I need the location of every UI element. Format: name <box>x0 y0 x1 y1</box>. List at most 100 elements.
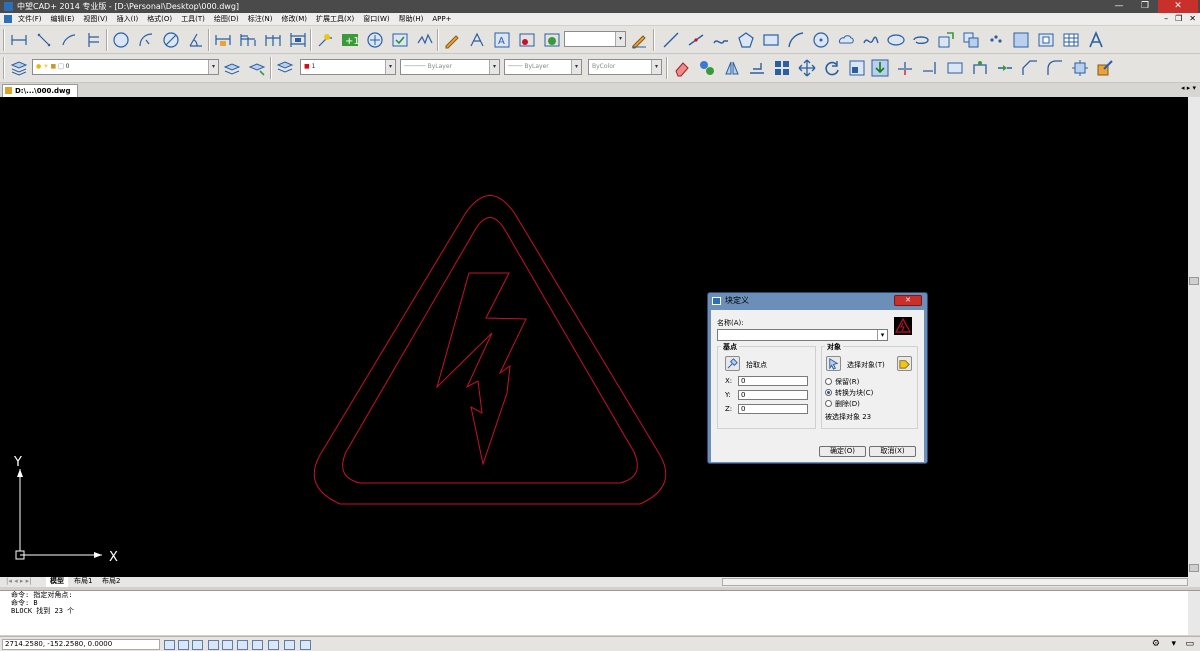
chevron-down-icon[interactable]: ▾ <box>615 32 625 46</box>
chevron-down-icon[interactable]: ▾ <box>571 60 581 74</box>
horizontal-scrollbar[interactable] <box>722 578 1188 586</box>
base-z-input[interactable]: 0 <box>738 404 808 414</box>
object-snap-tracking-icon[interactable] <box>237 640 248 650</box>
menu-help[interactable]: 帮助(H) <box>399 14 424 24</box>
menu-edit[interactable]: 编辑(E) <box>51 14 75 24</box>
radius-dimension-icon[interactable] <box>111 30 131 50</box>
ellipse-arc-icon[interactable] <box>911 30 931 50</box>
polygon-icon[interactable] <box>736 30 756 50</box>
make-block-icon[interactable] <box>961 30 981 50</box>
document-icon[interactable] <box>4 15 12 23</box>
explode-icon[interactable] <box>1070 58 1090 78</box>
move-icon[interactable] <box>797 58 817 78</box>
rotate-icon[interactable] <box>822 58 842 78</box>
convert-to-block-radio[interactable] <box>825 389 832 396</box>
continue-dimension-icon[interactable] <box>263 30 283 50</box>
erase-icon[interactable] <box>672 58 692 78</box>
quick-properties-icon[interactable] <box>300 640 311 650</box>
construction-line-icon[interactable] <box>686 30 706 50</box>
linear-dimension-icon[interactable] <box>9 30 29 50</box>
polar-tracking-icon[interactable] <box>208 640 219 650</box>
leader-icon[interactable] <box>315 30 335 50</box>
dimension-style-combo[interactable]: ▾ <box>564 31 626 47</box>
layer-manager-icon[interactable] <box>9 58 29 78</box>
scrollbar-thumb[interactable] <box>1189 277 1199 285</box>
spline-icon[interactable] <box>861 30 881 50</box>
make-object-layer-current-icon[interactable] <box>222 58 242 78</box>
tolerance-icon[interactable]: +1 <box>340 30 360 50</box>
chevron-down-icon[interactable]: ▾ <box>1171 639 1176 649</box>
menu-file[interactable]: 文件(F) <box>18 14 42 24</box>
hatch-icon[interactable] <box>1011 30 1031 50</box>
menu-tools[interactable]: 工具(T) <box>181 14 205 24</box>
mirror-icon[interactable] <box>722 58 742 78</box>
command-window-scrollbar[interactable] <box>1188 591 1200 635</box>
lineweight-combo[interactable]: ──── ByLayer ▾ <box>504 59 582 75</box>
tab-model[interactable]: 模型 <box>46 577 68 587</box>
close-button[interactable]: ✕ <box>1158 0 1198 13</box>
quick-dimension-icon[interactable] <box>213 30 233 50</box>
polyline-icon[interactable] <box>711 30 731 50</box>
region-icon[interactable] <box>1036 30 1056 50</box>
menu-view[interactable]: 视图(V) <box>83 14 107 24</box>
mdi-close-button[interactable]: ✕ <box>1189 14 1196 23</box>
menu-format[interactable]: 格式(O) <box>147 14 172 24</box>
dimension-text-edit-icon[interactable] <box>467 30 487 50</box>
retain-radio[interactable] <box>825 378 832 385</box>
join-icon[interactable] <box>995 58 1015 78</box>
dimension-update-icon[interactable]: A <box>492 30 512 50</box>
chevron-down-icon[interactable]: ▾ <box>877 330 887 340</box>
scrollbar-thumb-bottom[interactable] <box>1189 564 1199 572</box>
angular-dimension-icon[interactable] <box>186 30 206 50</box>
menu-extend-tools[interactable]: 扩展工具(X) <box>316 14 354 24</box>
color-combo[interactable]: ■ 1 ▾ <box>300 59 396 75</box>
dialog-close-button[interactable]: ✕ <box>894 295 922 306</box>
ordinate-dimension-icon[interactable] <box>84 30 104 50</box>
rectangle-icon[interactable] <box>761 30 781 50</box>
extend-icon[interactable] <box>920 58 940 78</box>
multiline-text-icon[interactable] <box>1086 30 1106 50</box>
fillet-icon[interactable] <box>1045 58 1065 78</box>
select-objects-button[interactable] <box>826 356 841 371</box>
snap-mode-icon[interactable] <box>164 640 175 650</box>
grid-display-icon[interactable] <box>178 640 189 650</box>
lineweight-display-icon[interactable] <box>268 640 279 650</box>
dynamic-input-icon[interactable] <box>284 640 295 650</box>
diameter-dimension-icon[interactable] <box>161 30 181 50</box>
object-snap-icon[interactable] <box>222 640 233 650</box>
ortho-mode-icon[interactable] <box>192 640 203 650</box>
insert-block-icon[interactable] <box>936 30 956 50</box>
mdi-minimize-button[interactable]: – <box>1164 14 1168 23</box>
settings-gear-icon[interactable]: ⚙ <box>1152 639 1160 649</box>
menu-draw[interactable]: 绘图(D) <box>214 14 239 24</box>
chevron-down-icon[interactable]: ▾ <box>651 60 661 74</box>
chevron-down-icon[interactable]: ▾ <box>489 60 499 74</box>
circle-icon[interactable] <box>811 30 831 50</box>
trim-icon[interactable] <box>895 58 915 78</box>
mdi-restore-button[interactable]: ❐ <box>1175 14 1182 23</box>
plotstyle-combo[interactable]: ByColor ▾ <box>588 59 662 75</box>
fullscreen-icon[interactable]: ▭ <box>1185 639 1194 649</box>
menu-app-plus[interactable]: APP+ <box>432 15 451 23</box>
layer-previous-icon[interactable] <box>247 58 267 78</box>
chevron-down-icon[interactable]: ▾ <box>208 60 218 74</box>
command-window[interactable]: 命令: 指定对角点: 命令: B BLOCK 找到 23 个 <box>0 590 1200 635</box>
chevron-down-icon[interactable]: ▾ <box>385 60 395 74</box>
aligned-dimension-icon[interactable] <box>34 30 54 50</box>
chamfer-icon[interactable] <box>1020 58 1040 78</box>
stretch-icon[interactable] <box>870 58 890 78</box>
quick-select-button[interactable] <box>897 356 912 371</box>
vertical-scrollbar[interactable] <box>1188 97 1200 577</box>
menu-window[interactable]: 窗口(W) <box>363 14 389 24</box>
cancel-button[interactable]: 取消(X) <box>869 446 916 457</box>
table-icon[interactable] <box>1061 30 1081 50</box>
inspection-icon[interactable] <box>390 30 410 50</box>
menu-modify[interactable]: 修改(M) <box>281 14 307 24</box>
document-tab[interactable]: D:\...\000.dwg <box>2 84 78 97</box>
dimension-style-icon[interactable] <box>517 30 537 50</box>
layer-states-icon[interactable] <box>275 58 295 78</box>
ok-button[interactable]: 确定(O) <box>819 446 866 457</box>
center-mark-icon[interactable] <box>365 30 385 50</box>
menu-dimension[interactable]: 标注(N) <box>248 14 273 24</box>
delete-radio[interactable] <box>825 400 832 407</box>
